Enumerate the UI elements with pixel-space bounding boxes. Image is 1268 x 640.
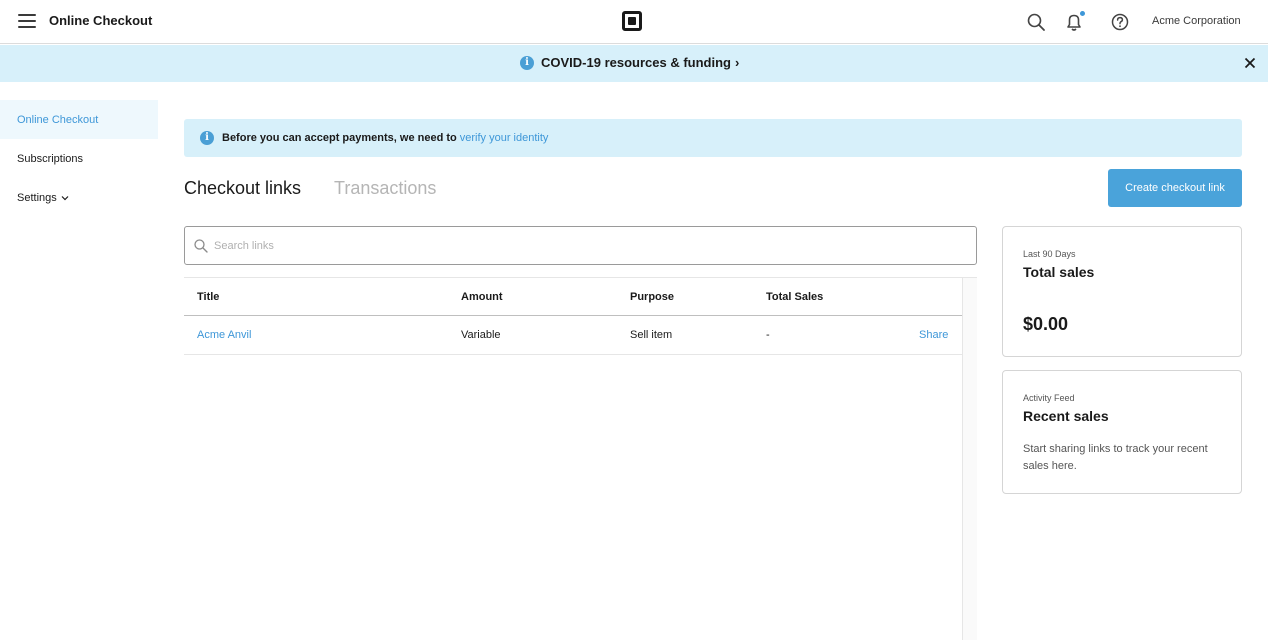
search-icon	[194, 239, 208, 253]
column-header-total-sales[interactable]: Total Sales	[766, 278, 823, 315]
create-checkout-link-button[interactable]: Create checkout link	[1108, 169, 1242, 207]
search-field[interactable]	[184, 226, 977, 265]
chevron-right-icon: ›	[734, 55, 740, 70]
info-icon: i	[520, 55, 534, 70]
close-icon[interactable]	[1243, 56, 1257, 70]
total-sales-card: Last 90 Days Total sales $0.00	[1002, 226, 1242, 357]
notification-dot	[1079, 10, 1086, 17]
info-icon: i	[200, 131, 214, 145]
column-header-purpose[interactable]: Purpose	[630, 278, 674, 315]
chevron-down-icon	[61, 195, 69, 200]
identity-notice-text: Before you can accept payments, we need …	[222, 132, 457, 144]
sidebar-item-label: Subscriptions	[17, 152, 84, 165]
app-title: Online Checkout	[49, 13, 153, 28]
recent-sales-title: Recent sales	[1023, 408, 1109, 424]
row-title-link[interactable]: Acme Anvil	[197, 316, 251, 354]
column-header-title[interactable]: Title	[197, 278, 219, 315]
top-bar: Online Checkout Acme Corporation	[0, 0, 1268, 44]
row-amount: Variable	[461, 329, 501, 341]
search-input[interactable]	[214, 235, 954, 257]
checkout-links-table: Title Amount Purpose Total Sales Acme An…	[184, 277, 977, 640]
square-logo-icon[interactable]	[622, 11, 642, 31]
help-icon[interactable]	[1109, 11, 1131, 33]
sidebar-item-label: Online Checkout	[17, 113, 99, 126]
sidebar-item-settings[interactable]: Settings	[0, 178, 158, 217]
sidebar-item-subscriptions[interactable]: Subscriptions	[0, 139, 158, 178]
total-sales-amount: $0.00	[1023, 314, 1069, 334]
tab-checkout-links[interactable]: Checkout links	[184, 178, 301, 199]
sidebar-item-online-checkout[interactable]: Online Checkout	[0, 100, 158, 139]
total-sales-title: Total sales	[1023, 264, 1095, 280]
recent-sales-kicker: Activity Feed	[1023, 393, 1075, 403]
covid-banner: i COVID-19 resources & funding ›	[0, 45, 1268, 82]
share-link[interactable]: Share	[919, 316, 948, 354]
table-row[interactable]: Acme Anvil Variable Sell item - Share	[184, 316, 962, 355]
sidebar-item-label: Settings	[17, 191, 57, 204]
recent-sales-card: Activity Feed Recent sales Start sharing…	[1002, 370, 1242, 494]
row-total-sales: -	[766, 329, 770, 341]
table-scrollbar[interactable]	[962, 278, 977, 640]
verify-identity-link[interactable]: verify your identity	[460, 132, 549, 144]
column-header-amount[interactable]: Amount	[461, 278, 503, 315]
sidebar: Online Checkout Subscriptions Settings	[0, 100, 158, 217]
tab-transactions[interactable]: Transactions	[334, 178, 436, 199]
menu-icon[interactable]	[18, 14, 36, 28]
row-purpose: Sell item	[630, 329, 673, 341]
identity-notice: i Before you can accept payments, we nee…	[184, 119, 1242, 157]
table-header-row: Title Amount Purpose Total Sales	[184, 278, 962, 316]
recent-sales-body: Start sharing links to track your recent…	[1023, 443, 1208, 472]
covid-banner-link[interactable]: i COVID-19 resources & funding ›	[520, 55, 739, 70]
total-sales-kicker: Last 90 Days	[1023, 249, 1076, 259]
account-name[interactable]: Acme Corporation	[1152, 15, 1241, 27]
search-icon[interactable]	[1025, 11, 1047, 33]
covid-banner-text: COVID-19 resources & funding	[541, 55, 731, 70]
